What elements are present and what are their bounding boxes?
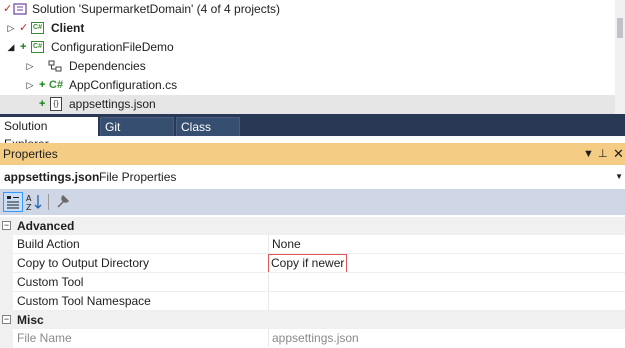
close-icon[interactable]: ✕ (613, 143, 624, 165)
tab-class-view[interactable]: Class View (176, 117, 240, 152)
collapse-arrow-icon[interactable]: ◢ (6, 38, 16, 57)
properties-title-bar: Properties ▼ ⊥ ✕ (0, 143, 625, 165)
property-value[interactable]: None (268, 235, 625, 253)
grid-gutter (0, 273, 13, 292)
collapse-icon[interactable]: − (2, 315, 11, 324)
csharp-project-icon: C# (31, 22, 44, 34)
highlighted-value[interactable]: Copy if newer (268, 254, 348, 273)
properties-title: Properties (3, 147, 58, 161)
solution-explorer-tree: ✓ Solution 'SupermarketDomain' (4 of 4 p… (0, 0, 615, 114)
tree-scrollbar[interactable] (615, 0, 625, 114)
client-project-label: Client (51, 21, 85, 35)
checked-in-icon: ✓ (19, 22, 29, 34)
object-selector[interactable]: appsettings.json File Properties ▼ (0, 167, 625, 187)
grid-gutter (0, 254, 13, 273)
tab-solution-explorer[interactable]: Solution Explorer (0, 117, 98, 151)
toolbar-divider (48, 194, 49, 210)
tree-row-appsettings[interactable]: + {} appsettings.json (0, 95, 615, 114)
dependencies-icon (48, 60, 62, 72)
category-misc[interactable]: − Misc (0, 311, 625, 329)
tool-window-tabs: Solution Explorer Git Changes Class View (0, 114, 625, 152)
tree-row-dependencies[interactable]: ▷ Dependencies (0, 57, 615, 76)
grid-gutter (0, 292, 13, 311)
appsettings-label: appsettings.json (69, 97, 156, 111)
expand-arrow-icon[interactable]: ▷ (6, 19, 16, 38)
added-icon: + (20, 41, 27, 53)
tab-git-changes[interactable]: Git Changes (100, 117, 174, 152)
property-name: File Name (17, 331, 72, 345)
tree-row-appconfiguration[interactable]: ▷ + C# AppConfiguration.cs (0, 76, 615, 95)
tree-row-solution[interactable]: ✓ Solution 'SupermarketDomain' (4 of 4 p… (0, 0, 615, 19)
collapse-icon[interactable]: − (2, 221, 11, 230)
tree-row-client[interactable]: ▷ ✓ C# Client (0, 19, 615, 38)
property-name: Custom Tool (17, 275, 84, 289)
category-name: Advanced (17, 219, 75, 233)
dropdown-arrow-icon[interactable]: ▼ (583, 143, 594, 165)
property-grid: − Advanced Build Action None Copy to Out… (0, 217, 625, 348)
scrollbar-thumb[interactable] (617, 18, 623, 38)
property-row-custom-tool-namespace[interactable]: Custom Tool Namespace (0, 292, 625, 311)
property-name: Custom Tool Namespace (17, 294, 151, 308)
grid-gutter (0, 235, 13, 254)
expand-arrow-icon[interactable]: ▷ (25, 76, 35, 95)
property-value-cell[interactable]: Copy if newer (268, 254, 625, 273)
svg-text:Z: Z (26, 203, 32, 212)
added-icon: + (39, 98, 46, 110)
property-value: appsettings.json (268, 329, 625, 347)
object-kind: File Properties (99, 170, 177, 184)
solution-label: Solution 'SupermarketDomain' (4 of 4 pro… (32, 2, 281, 16)
dependencies-label: Dependencies (69, 59, 146, 73)
expand-arrow-icon[interactable]: ▷ (25, 57, 35, 76)
property-row-file-name[interactable]: File Name appsettings.json (0, 329, 625, 348)
grid-gutter (0, 329, 13, 348)
property-row-copy-to-output[interactable]: Copy to Output Directory Copy if newer (0, 254, 625, 273)
svg-text:A: A (26, 194, 32, 203)
appconfiguration-label: AppConfiguration.cs (69, 78, 178, 92)
properties-toolbar: A Z (0, 189, 625, 215)
pin-icon[interactable]: ⊥ (598, 143, 608, 165)
property-name: Build Action (17, 237, 80, 251)
alphabetical-icon[interactable]: A Z (24, 192, 44, 212)
csharp-project-icon: C# (31, 41, 44, 53)
categorized-icon[interactable] (3, 192, 23, 212)
object-name: appsettings.json (4, 170, 100, 184)
property-pages-icon[interactable] (54, 192, 74, 212)
category-advanced[interactable]: − Advanced (0, 217, 625, 235)
json-file-icon: {} (50, 97, 62, 111)
chevron-down-icon[interactable]: ▼ (615, 167, 623, 187)
configfile-demo-label: ConfigurationFileDemo (51, 40, 174, 54)
solution-icon (13, 3, 27, 15)
property-value[interactable] (268, 273, 625, 291)
checked-in-icon: ✓ (3, 3, 13, 15)
tree-row-configfile-demo[interactable]: ◢ + C# ConfigurationFileDemo (0, 38, 615, 57)
property-row-custom-tool[interactable]: Custom Tool (0, 273, 625, 292)
csharp-file-icon: C# (49, 79, 64, 91)
property-value[interactable] (268, 292, 625, 310)
property-name: Copy to Output Directory (17, 256, 150, 270)
category-name: Misc (17, 313, 44, 327)
added-icon: + (39, 79, 46, 91)
property-row-build-action[interactable]: Build Action None (0, 235, 625, 254)
